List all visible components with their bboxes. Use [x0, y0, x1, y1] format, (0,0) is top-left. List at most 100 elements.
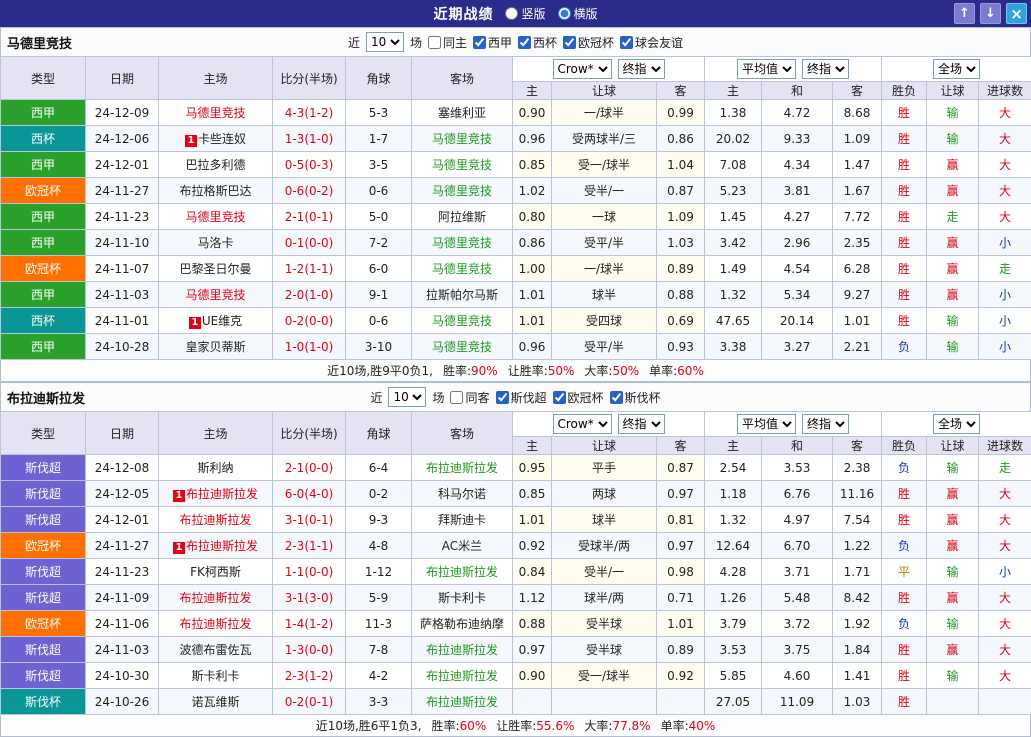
filter-checkbox[interactable]: 斯伐超 [496, 389, 547, 406]
corners-cell: 7-8 [346, 637, 412, 663]
summary-stat-value: 77.8% [612, 719, 650, 733]
home-odds-cell [513, 689, 552, 715]
home-odds-cell: 0.92 [513, 533, 552, 559]
checkbox-input[interactable] [496, 391, 509, 404]
outcome-cell: 胜 [882, 256, 927, 282]
filter-checkbox[interactable]: 斯伐杯 [610, 389, 661, 406]
home-team-name: 诺瓦维斯 [191, 695, 239, 709]
away-team-name: 塞维利亚 [438, 106, 486, 120]
filter-checkbox[interactable]: 同客 [450, 389, 489, 406]
match-row: 西甲24-11-10马洛卡0-1(0-0)7-2马德里竞技0.86受平/半1.0… [1, 230, 1031, 256]
avg-source-select[interactable]: 平均值 [737, 59, 796, 79]
home-odds-cell: 0.96 [513, 126, 552, 152]
avg-away-cell: 2.35 [833, 230, 882, 256]
goals-result-cell: 大 [979, 637, 1031, 663]
move-up-icon[interactable]: ↑ [954, 3, 975, 24]
avg-kind-select[interactable]: 终指 [802, 59, 849, 79]
outcome-cell: 胜 [882, 204, 927, 230]
home-team-cell: 1布拉迪斯拉发 [159, 481, 273, 507]
score-cell: 1-1(0-0) [273, 559, 346, 585]
league-badge: 斯伐超 [1, 559, 86, 585]
sections-container: 马德里竞技近10场同主西甲西杯欧冠杯球会友谊类型日期主场比分(半场)角球客场Cr… [0, 27, 1031, 737]
filter-checkbox[interactable]: 球会友谊 [620, 34, 683, 51]
filter-checkbox[interactable]: 欧冠杯 [563, 34, 614, 51]
checkbox-input[interactable] [518, 36, 531, 49]
handicap-result-cell: 赢 [927, 178, 979, 204]
avg-kind-select[interactable]: 终指 [802, 414, 849, 434]
home-team-name: FK柯西斯 [190, 565, 241, 579]
summary-stat: 单率:40% [661, 717, 716, 734]
checkbox-input[interactable] [553, 391, 566, 404]
filter-checkbox[interactable]: 西甲 [473, 34, 512, 51]
date-cell: 24-11-03 [86, 637, 159, 663]
home-team-name: 卡些连奴 [198, 132, 246, 146]
away-team-name: 拜斯迪卡 [438, 513, 486, 527]
avg-draw-cell: 11.09 [762, 689, 833, 715]
window-controls: ↑ ↓ × [954, 3, 1027, 24]
corners-cell: 3-10 [346, 334, 412, 360]
column-header: 类型 [1, 412, 86, 455]
outcome-cell: 胜 [882, 689, 927, 715]
summary-stat-value: 50% [548, 364, 575, 378]
filter-checkbox[interactable]: 西杯 [518, 34, 557, 51]
avg-home-cell: 1.49 [705, 256, 762, 282]
handicap-cell: 受半/一 [552, 559, 657, 585]
away-team-name: 阿拉维斯 [438, 210, 486, 224]
checkbox-input[interactable] [473, 36, 486, 49]
avg-away-cell: 1.71 [833, 559, 882, 585]
corners-cell: 1-12 [346, 559, 412, 585]
score-cell: 3-1(3-0) [273, 585, 346, 611]
handicap-cell: 受半球 [552, 637, 657, 663]
date-cell: 24-11-10 [86, 230, 159, 256]
summary-stat-value: 60% [677, 364, 704, 378]
column-header: 客场 [412, 57, 513, 100]
checkbox-input[interactable] [450, 391, 463, 404]
column-header: 主场 [159, 412, 273, 455]
recent-count-select[interactable]: 10 [366, 32, 404, 52]
league-badge: 斯伐超 [1, 455, 86, 481]
odds-source-select[interactable]: Crow* [553, 414, 612, 434]
handicap-cell: 受半球 [552, 611, 657, 637]
scope-select[interactable]: 全场 [933, 414, 980, 434]
layout-option-vertical[interactable]: 竖版 [505, 5, 545, 22]
away-team-name: 马德里竞技 [432, 262, 492, 276]
outcome-cell: 胜 [882, 663, 927, 689]
checkbox-input[interactable] [620, 36, 633, 49]
avg-source-select[interactable]: 平均值 [737, 414, 796, 434]
titlebar-center: 近期战绩 竖版 横版 [4, 4, 1027, 24]
corners-cell: 0-2 [346, 481, 412, 507]
close-icon[interactable]: × [1006, 3, 1027, 24]
handicap-result-cell: 赢 [927, 230, 979, 256]
home-odds-cell: 0.96 [513, 334, 552, 360]
handicap-cell: 一/球半 [552, 256, 657, 282]
sub-column-header: 和 [762, 437, 833, 455]
filter-checkbox[interactable]: 同主 [428, 34, 467, 51]
odds-source-select[interactable]: Crow* [553, 59, 612, 79]
away-team-name: 布拉迪斯拉发 [426, 461, 498, 475]
sub-column-header: 客 [833, 82, 882, 100]
score-cell: 2-1(0-1) [273, 204, 346, 230]
corners-cell: 9-1 [346, 282, 412, 308]
vertical-layout-radio[interactable] [505, 7, 518, 20]
away-team-cell: 马德里竞技 [412, 152, 513, 178]
layout-option-horizontal[interactable]: 横版 [558, 5, 598, 22]
scope-select[interactable]: 全场 [933, 59, 980, 79]
outcome-cell: 胜 [882, 637, 927, 663]
home-team-cell: 斯利纳 [159, 455, 273, 481]
odds-kind-select[interactable]: 终指 [618, 59, 665, 79]
odds-kind-select[interactable]: 终指 [618, 414, 665, 434]
away-odds-cell: 0.92 [657, 663, 705, 689]
checkbox-input[interactable] [610, 391, 623, 404]
away-team-cell: 布拉迪斯拉发 [412, 689, 513, 715]
checkbox-input[interactable] [428, 36, 441, 49]
sub-column-header: 主 [513, 437, 552, 455]
filter-checkbox[interactable]: 欧冠杯 [553, 389, 604, 406]
handicap-result-cell: 赢 [927, 533, 979, 559]
horizontal-layout-radio[interactable] [558, 7, 571, 20]
checkbox-label: 西甲 [488, 34, 512, 51]
recent-count-select[interactable]: 10 [388, 387, 426, 407]
avg-draw-cell: 9.33 [762, 126, 833, 152]
avg-away-cell: 1.41 [833, 663, 882, 689]
move-down-icon[interactable]: ↓ [980, 3, 1001, 24]
checkbox-input[interactable] [563, 36, 576, 49]
